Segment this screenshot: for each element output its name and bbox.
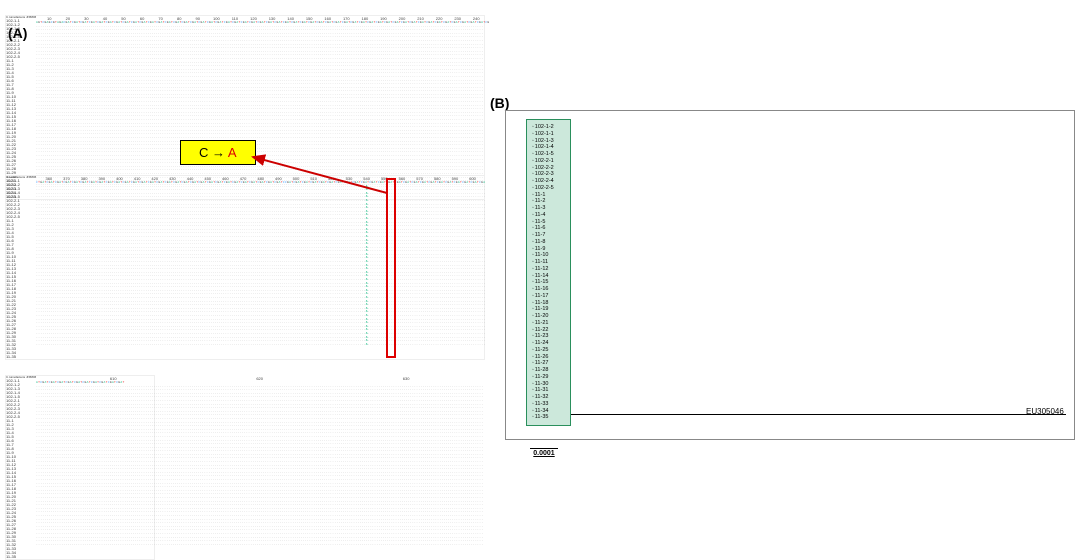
phylo-leaf: 11-35 [532,414,569,421]
phylo-leaf: 11-29 [532,374,569,381]
phylo-leaf: 11-15 [532,279,569,286]
phylo-leaf: 11-1 [532,192,569,199]
phylo-leaf: 11-7 [532,232,569,239]
alignment-block-2: C.tumefaciens JN580666102-1-1102-1-2102-… [5,175,485,360]
phylo-branch-outgroup [571,414,1066,415]
phylo-leaf: 11-8 [532,239,569,246]
phylo-leaf: 11-16 [532,286,569,293]
phylo-leaf: 11-31 [532,387,569,394]
phylo-leaf: 11-30 [532,381,569,388]
mutation-arrow-glyph: → [212,145,225,160]
phylo-leaf: 11-25 [532,347,569,354]
phylo-outgroup-label: EU305046 [1026,407,1064,416]
phylo-leaf: 102-2-1 [532,158,569,165]
panel-b-label: (B) [490,95,509,111]
phylo-leaf: 11-18 [532,300,569,307]
alignment-block-3: C.tumefaciens JN580666102-1-1102-1-2102-… [5,375,155,560]
phylo-leaf: 11-17 [532,293,569,300]
phylo-leaf: 102-2-2 [532,165,569,172]
phylo-leaf: 11-27 [532,360,569,367]
phylo-leaf: 11-19 [532,306,569,313]
alignment-rows-2: CTGATCGATCGATCGATCGATCGATCGATCGATCGATCGA… [36,181,485,346]
phylo-leaf: 11-33 [532,401,569,408]
phylo-leaf: 11-3 [532,205,569,212]
alignment-rows-1: AGTCGAGCGTAGACGATCGATCGATCGATCGATCGATCGA… [36,21,490,186]
phylo-leaf: 11-34 [532,408,569,415]
phylo-leaf: 102-1-3 [532,138,569,145]
phylo-leaf: 11-6 [532,225,569,232]
phylo-leaf: 102-1-1 [532,131,569,138]
phylo-leaf: 11-9 [532,246,569,253]
phylo-leaf: 102-1-4 [532,144,569,151]
phylo-clade-box: 102-1-2102-1-1102-1-3102-1-4102-1-5102-2… [526,119,571,426]
seq-label-column: C.tumefaciens JN580666102-1-1102-1-2102-… [6,16,36,199]
alignment-rows-3: ATCGATCGATCGATCGATCGATCGATCGATCGATCGATCG… [36,381,483,546]
mutation-to: A [228,145,237,160]
phylo-leaf: 102-2-4 [532,178,569,185]
phylo-leaf: 102-2-3 [532,171,569,178]
phylo-leaf: 11-4 [532,212,569,219]
phylo-scale-bar: 0.0001 [530,448,558,457]
phylo-leaf: 102-1-2 [532,124,569,131]
mutation-callout: C → A [180,140,256,165]
phylo-leaf: 11-2 [532,198,569,205]
phylo-leaf: 11-5 [532,219,569,226]
phylo-leaf: 11-32 [532,394,569,401]
phylo-leaf: 11-20 [532,313,569,320]
phylo-leaf: 11-28 [532,367,569,374]
phylo-leaf: 102-2-5 [532,185,569,192]
phylo-leaf: 11-26 [532,354,569,361]
scale-bar-line [530,448,558,449]
phylo-leaf: 11-22 [532,327,569,334]
seq-label-column: C.tumefaciens JN580666102-1-1102-1-2102-… [6,376,36,559]
phylo-tree-panel: 102-1-2102-1-1102-1-3102-1-4102-1-5102-2… [505,110,1075,440]
phylo-leaf: 11-11 [532,259,569,266]
phylo-leaf: 11-10 [532,252,569,259]
phylo-leaf: 11-14 [532,273,569,280]
seq-label-column: C.tumefaciens JN580666102-1-1102-1-2102-… [6,176,36,359]
phylo-leaf: 11-23 [532,333,569,340]
mutation-from: C [199,145,208,160]
phylo-leaf: 102-1-5 [532,151,569,158]
alignment-block-1: C.tumefaciens JN580666102-1-1102-1-2102-… [5,15,485,200]
scale-bar-label: 0.0001 [533,450,554,457]
phylo-leaf: 11-24 [532,340,569,347]
phylo-leaf: 11-21 [532,320,569,327]
phylo-leaf: 11-12 [532,266,569,273]
